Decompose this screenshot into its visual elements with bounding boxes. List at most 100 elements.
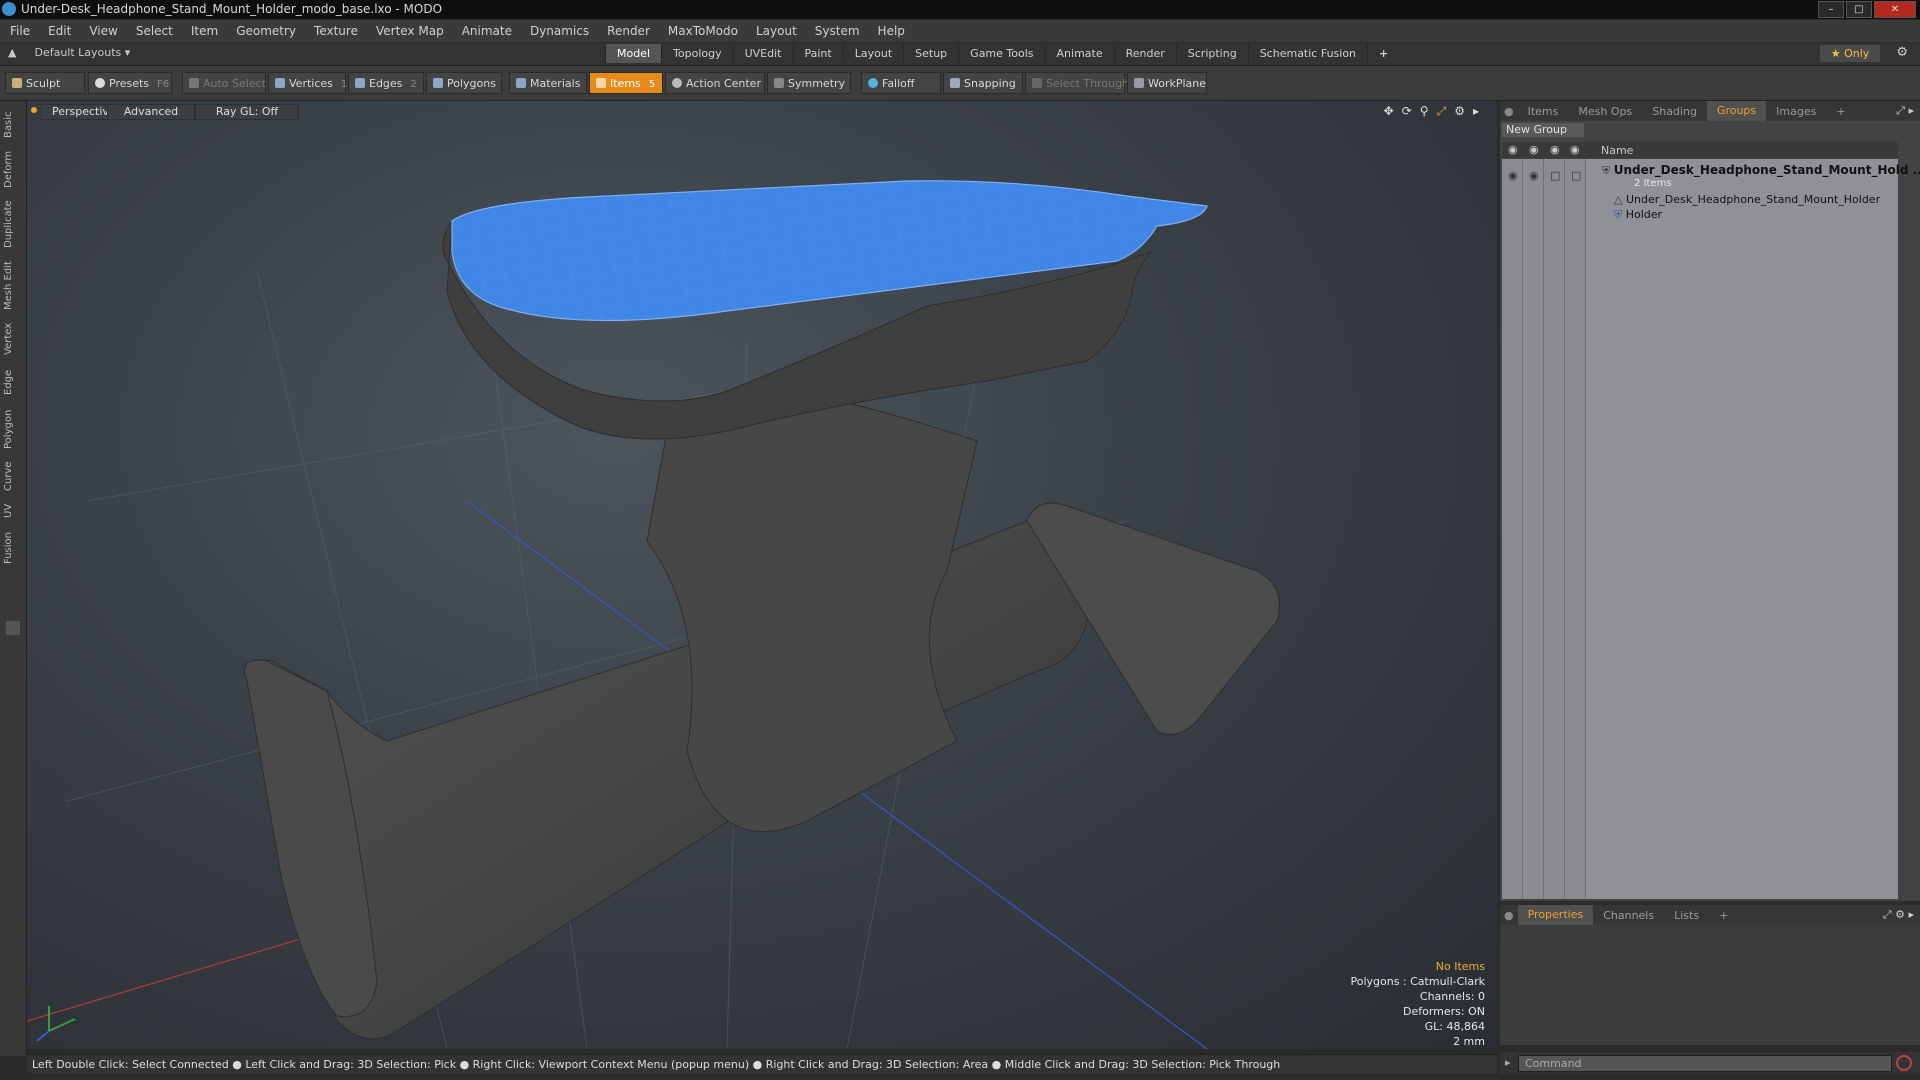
- tab-topology[interactable]: Topology: [661, 44, 733, 63]
- workplane-button[interactable]: WorkPlane: [1127, 72, 1207, 94]
- left-tab-basic[interactable]: Basic: [3, 107, 23, 143]
- group-render-icon[interactable]: ◉: [1529, 169, 1539, 182]
- close-icon[interactable]: ✕: [1874, 1, 1916, 18]
- visibility-column-icon[interactable]: ◉: [1508, 143, 1518, 156]
- presets-button[interactable]: Presets F6: [88, 72, 172, 94]
- action-center-button[interactable]: Action Center: [665, 72, 765, 94]
- tab-shading[interactable]: Shading: [1642, 105, 1707, 118]
- expand-panel-icon[interactable]: ⤢ ▸: [1896, 104, 1914, 118]
- menu-vertex-map[interactable]: Vertex Map: [366, 24, 452, 38]
- symmetry-button[interactable]: Symmetry: [767, 72, 851, 94]
- group-visibility-icon[interactable]: ◉: [1508, 169, 1518, 182]
- vertices-button[interactable]: Vertices 1: [268, 72, 347, 94]
- default-layouts-dropdown[interactable]: Default Layouts ▾: [34, 46, 130, 59]
- menu-item[interactable]: Item: [181, 24, 226, 38]
- groups-tree: ◉ ◉ □ □ ⛨ Under_Desk_Headphone_Stand_Mou…: [1502, 159, 1920, 899]
- tab-scripting[interactable]: Scripting: [1175, 44, 1248, 63]
- name-column-header[interactable]: Name: [1601, 144, 1633, 157]
- menu-edit[interactable]: Edit: [38, 24, 79, 38]
- tab-lists[interactable]: Lists: [1664, 909, 1709, 922]
- menu-texture[interactable]: Texture: [304, 24, 366, 38]
- tab-properties[interactable]: Properties: [1517, 905, 1594, 925]
- group-lock-icon[interactable]: □: [1550, 169, 1560, 182]
- falloff-icon: [868, 78, 878, 88]
- tree-item-holder[interactable]: ⛨ Holder: [1614, 208, 1662, 222]
- falloff-button[interactable]: Falloff: [861, 72, 941, 94]
- menu-layout[interactable]: Layout: [746, 24, 805, 38]
- edges-button[interactable]: Edges 2: [348, 72, 424, 94]
- ray-gl-button[interactable]: Ray GL: Off: [195, 104, 299, 120]
- tab-images[interactable]: Images: [1766, 105, 1826, 118]
- add-panel-tab-button[interactable]: +: [1826, 105, 1855, 118]
- command-record-icon[interactable]: [1896, 1055, 1912, 1071]
- left-tab-duplicate[interactable]: Duplicate: [3, 195, 23, 253]
- menu-view[interactable]: View: [79, 24, 125, 38]
- 3d-viewport[interactable]: Perspective Advanced Ray GL: Off ✥ ⟳ ⚲ ⤢…: [27, 101, 1497, 1049]
- gear-icon[interactable]: ⚙: [1896, 45, 1908, 60]
- left-tab-mesh-edit[interactable]: Mesh Edit: [3, 257, 23, 315]
- tab-model[interactable]: Model: [605, 44, 662, 63]
- new-group-button[interactable]: New Group: [1502, 123, 1584, 137]
- tab-items[interactable]: Items: [1518, 105, 1569, 118]
- tab-game-tools[interactable]: Game Tools: [958, 44, 1044, 63]
- menu-render[interactable]: Render: [597, 24, 658, 38]
- menu-select[interactable]: Select: [126, 24, 181, 38]
- menu-dynamics[interactable]: Dynamics: [520, 24, 597, 38]
- panel-toggle-icon[interactable]: [6, 621, 20, 635]
- tab-animate[interactable]: Animate: [1044, 44, 1114, 63]
- properties-settings-icon[interactable]: ⤢ ⚙ ▸: [1883, 908, 1914, 922]
- menu-system[interactable]: System: [805, 24, 868, 38]
- tree-item-mesh[interactable]: △ Under_Desk_Headphone_Stand_Mount_Holde…: [1614, 193, 1880, 206]
- left-tab-vertex[interactable]: Vertex: [3, 319, 23, 359]
- advanced-button[interactable]: Advanced: [107, 104, 195, 120]
- polygons-button[interactable]: Polygons: [426, 72, 502, 94]
- tab-groups[interactable]: Groups: [1706, 101, 1767, 121]
- auto-select-button[interactable]: Auto Select: [182, 72, 266, 94]
- menu-animate[interactable]: Animate: [452, 24, 520, 38]
- tab-paint[interactable]: Paint: [792, 44, 843, 63]
- left-tab-uv[interactable]: UV: [3, 499, 23, 523]
- left-tab-deform[interactable]: Deform: [3, 147, 23, 191]
- viewport-settings-icon[interactable]: ⚙: [1454, 104, 1465, 119]
- zoom-view-icon[interactable]: ⚲: [1420, 104, 1429, 119]
- rotate-view-icon[interactable]: ⟳: [1402, 104, 1412, 119]
- tab-schematic-fusion[interactable]: Schematic Fusion: [1247, 44, 1367, 63]
- layout-arrow-icon[interactable]: ▲: [8, 46, 16, 59]
- tab-render[interactable]: Render: [1113, 44, 1176, 63]
- left-tab-edge[interactable]: Edge: [3, 363, 23, 401]
- add-properties-tab-button[interactable]: +: [1709, 909, 1738, 922]
- group-item-count: 2 Items: [1634, 178, 1672, 189]
- select-column-icon[interactable]: ◉: [1570, 143, 1580, 156]
- tab-uvedit[interactable]: UVEdit: [732, 44, 793, 63]
- sculpt-button[interactable]: Sculpt: [5, 72, 85, 94]
- left-tab-curve[interactable]: Curve: [3, 457, 23, 495]
- add-tab-button[interactable]: +: [1367, 44, 1399, 63]
- tab-channels[interactable]: Channels: [1593, 909, 1664, 922]
- left-tab-polygon[interactable]: Polygon: [3, 405, 23, 453]
- materials-button[interactable]: Materials: [509, 72, 587, 94]
- menu-maxtomodo[interactable]: MaxToModo: [658, 24, 746, 38]
- left-tab-fusion[interactable]: Fusion: [3, 527, 23, 569]
- render-column-icon[interactable]: ◉: [1529, 143, 1539, 156]
- move-view-icon[interactable]: ✥: [1384, 104, 1394, 119]
- only-button[interactable]: ★ Only: [1820, 45, 1880, 62]
- menu-file[interactable]: File: [0, 24, 38, 38]
- viewport-menu-icon[interactable]: ▸: [1473, 104, 1479, 119]
- menu-help[interactable]: Help: [868, 24, 913, 38]
- tab-mesh-ops[interactable]: Mesh Ops: [1568, 105, 1642, 118]
- minimize-icon[interactable]: –: [1818, 1, 1844, 18]
- menu-geometry[interactable]: Geometry: [226, 24, 304, 38]
- window-title: Under-Desk_Headphone_Stand_Mount_Holder_…: [21, 2, 443, 16]
- tab-layout[interactable]: Layout: [842, 44, 903, 63]
- maximize-icon[interactable]: □: [1846, 1, 1872, 18]
- items-button[interactable]: Items 5: [589, 72, 663, 94]
- fit-view-icon[interactable]: ⤢: [1437, 104, 1447, 119]
- snapping-button[interactable]: Snapping: [943, 72, 1023, 94]
- presets-icon: [95, 78, 105, 88]
- lock-column-icon[interactable]: ◉: [1550, 143, 1560, 156]
- group-row[interactable]: ⛨ Under_Desk_Headphone_Stand_Mount_Hold …: [1602, 163, 1920, 178]
- command-input[interactable]: Command: [1518, 1055, 1892, 1072]
- group-select-icon[interactable]: □: [1571, 169, 1581, 182]
- tab-setup[interactable]: Setup: [903, 44, 958, 63]
- select-through-button[interactable]: Select Through: [1025, 72, 1129, 94]
